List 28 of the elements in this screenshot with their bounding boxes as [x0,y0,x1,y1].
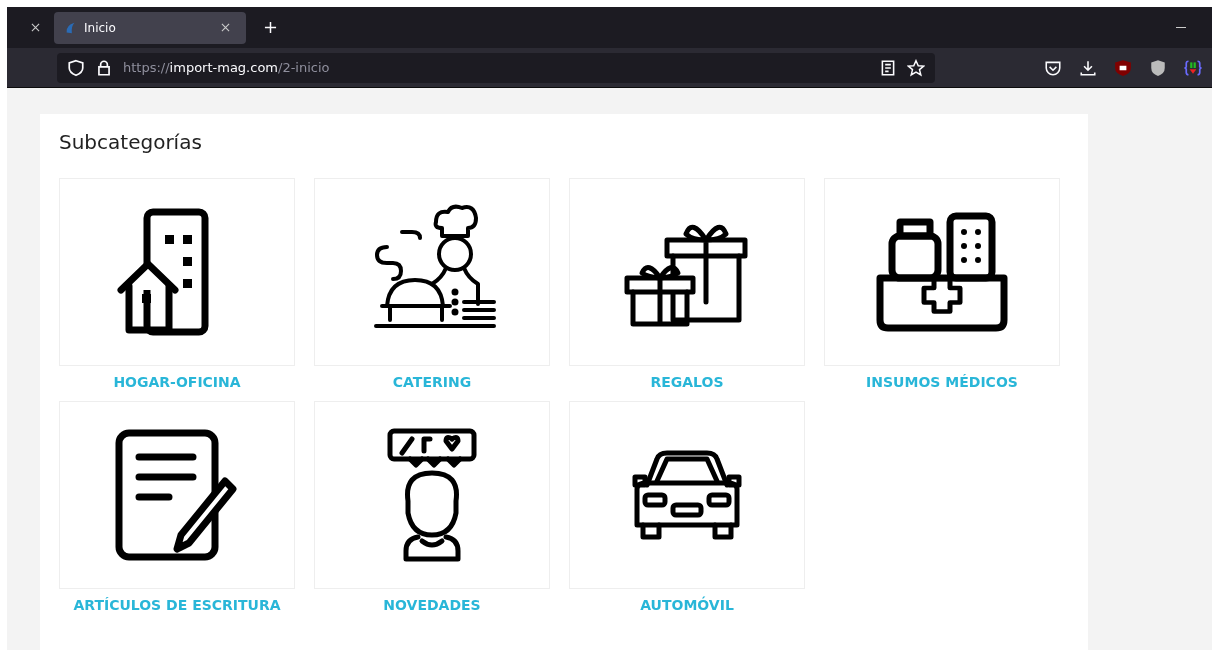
category-link[interactable]: INSUMOS MÉDICOS [866,374,1018,390]
shield-badge-icon[interactable] [1114,58,1132,77]
browser-tab[interactable]: Inicio [54,11,246,44]
category-card[interactable] [59,401,295,589]
extension-icon[interactable] [1184,58,1202,77]
category-card[interactable] [569,401,805,589]
category-card[interactable] [569,178,805,366]
category-link[interactable]: CATERING [392,374,472,390]
plain-shield-icon[interactable] [1149,58,1167,77]
category-card[interactable] [314,401,550,589]
lock-icon [95,58,113,77]
star-icon[interactable] [907,58,925,77]
address-bar[interactable]: https://import-mag.com/2-inicio [57,52,935,83]
close-icon[interactable] [31,23,40,32]
category-link[interactable]: AUTOMÓVIL [640,597,734,613]
reader-view-icon[interactable] [879,58,897,77]
category-link[interactable]: HOGAR-OFICINA [113,374,241,390]
shield-icon [67,58,85,77]
section-title: Subcategorías [59,130,203,154]
category-link[interactable]: REGALOS [650,374,724,390]
category-card[interactable] [59,178,295,366]
category-link[interactable]: NOVEDADES [383,597,481,613]
download-icon[interactable] [1079,58,1097,77]
close-tab-icon[interactable] [221,23,230,32]
category-card[interactable] [824,178,1060,366]
category-card[interactable] [314,178,550,366]
category-link[interactable]: ARTÍCULOS DE ESCRITURA [73,597,281,613]
new-tab-icon[interactable] [264,21,277,34]
